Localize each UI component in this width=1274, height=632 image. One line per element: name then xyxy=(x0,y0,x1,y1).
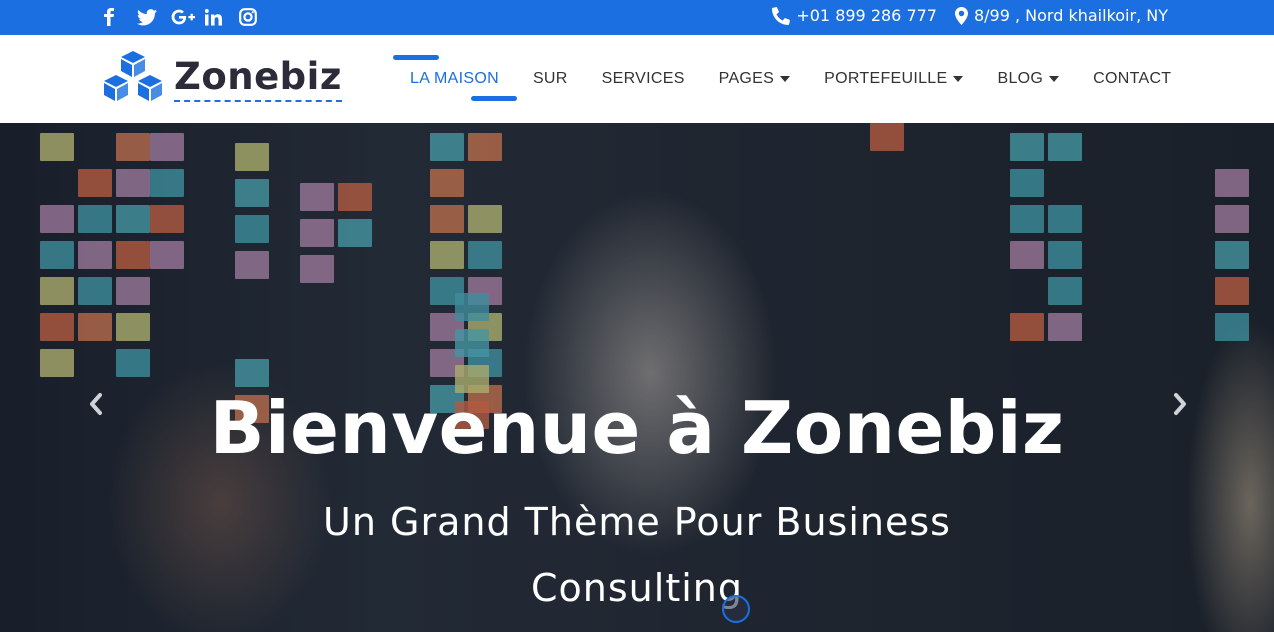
top-bar: +01 899 286 777 8/99 , Nord khailkoir, N… xyxy=(0,0,1274,35)
cubes-logo-icon xyxy=(104,51,162,101)
nav-label: PAGES xyxy=(718,70,775,87)
nav-label: BLOG xyxy=(997,70,1044,87)
nav-item-services[interactable]: SERVICES xyxy=(585,35,702,123)
hero-subtitle: Un Grand Thème Pour Business Consulting xyxy=(323,500,951,610)
caret-down-icon xyxy=(953,76,964,82)
caret-down-icon xyxy=(780,76,791,82)
address-item: 8/99 , Nord khailkoir, NY xyxy=(954,5,1168,27)
twitter-icon[interactable] xyxy=(137,6,171,28)
contact-info: +01 899 286 777 8/99 , Nord khailkoir, N… xyxy=(772,5,1168,27)
hero-slider: Bienvenue à Zonebiz Un Grand Thème Pour … xyxy=(0,123,1274,632)
nav-item-contact[interactable]: CONTACT xyxy=(1076,35,1188,123)
google-plus-icon[interactable] xyxy=(171,6,205,28)
nav-label: CONTACT xyxy=(1093,70,1172,87)
main-nav: LA MAISON SUR SERVICES PAGES PORTEFEUILL… xyxy=(393,35,1188,123)
social-links xyxy=(103,6,273,28)
map-marker-icon xyxy=(954,7,968,25)
nav-item-portefeuille[interactable]: PORTEFEUILLE xyxy=(807,35,980,123)
nav-label: PORTEFEUILLE xyxy=(824,70,948,87)
linkedin-icon[interactable] xyxy=(205,6,239,28)
phone-icon xyxy=(772,7,791,25)
phone-item[interactable]: +01 899 286 777 xyxy=(772,5,937,27)
nav-item-pages[interactable]: PAGES xyxy=(702,35,807,123)
slider-indicator-dot[interactable] xyxy=(722,595,750,623)
nav-label: LA MAISON xyxy=(410,70,499,87)
facebook-icon[interactable] xyxy=(103,6,137,28)
nav-item-blog[interactable]: BLOG xyxy=(980,35,1076,123)
nav-item-la-maison[interactable]: LA MAISON xyxy=(393,35,517,123)
main-header: Zonebiz LA MAISON SUR SERVICES PAGES POR… xyxy=(0,35,1274,123)
hero-title: Bienvenue à Zonebiz xyxy=(209,386,1065,470)
nav-label: SERVICES xyxy=(601,70,685,87)
nav-label: SUR xyxy=(532,70,568,87)
address-text: 8/99 , Nord khailkoir, NY xyxy=(973,6,1168,25)
site-logo[interactable]: Zonebiz xyxy=(100,49,342,107)
logo-text: Zonebiz xyxy=(174,55,342,102)
phone-number: +01 899 286 777 xyxy=(796,6,937,25)
caret-down-icon xyxy=(1049,76,1060,82)
nav-item-sur[interactable]: SUR xyxy=(516,35,585,123)
instagram-icon[interactable] xyxy=(239,6,273,28)
